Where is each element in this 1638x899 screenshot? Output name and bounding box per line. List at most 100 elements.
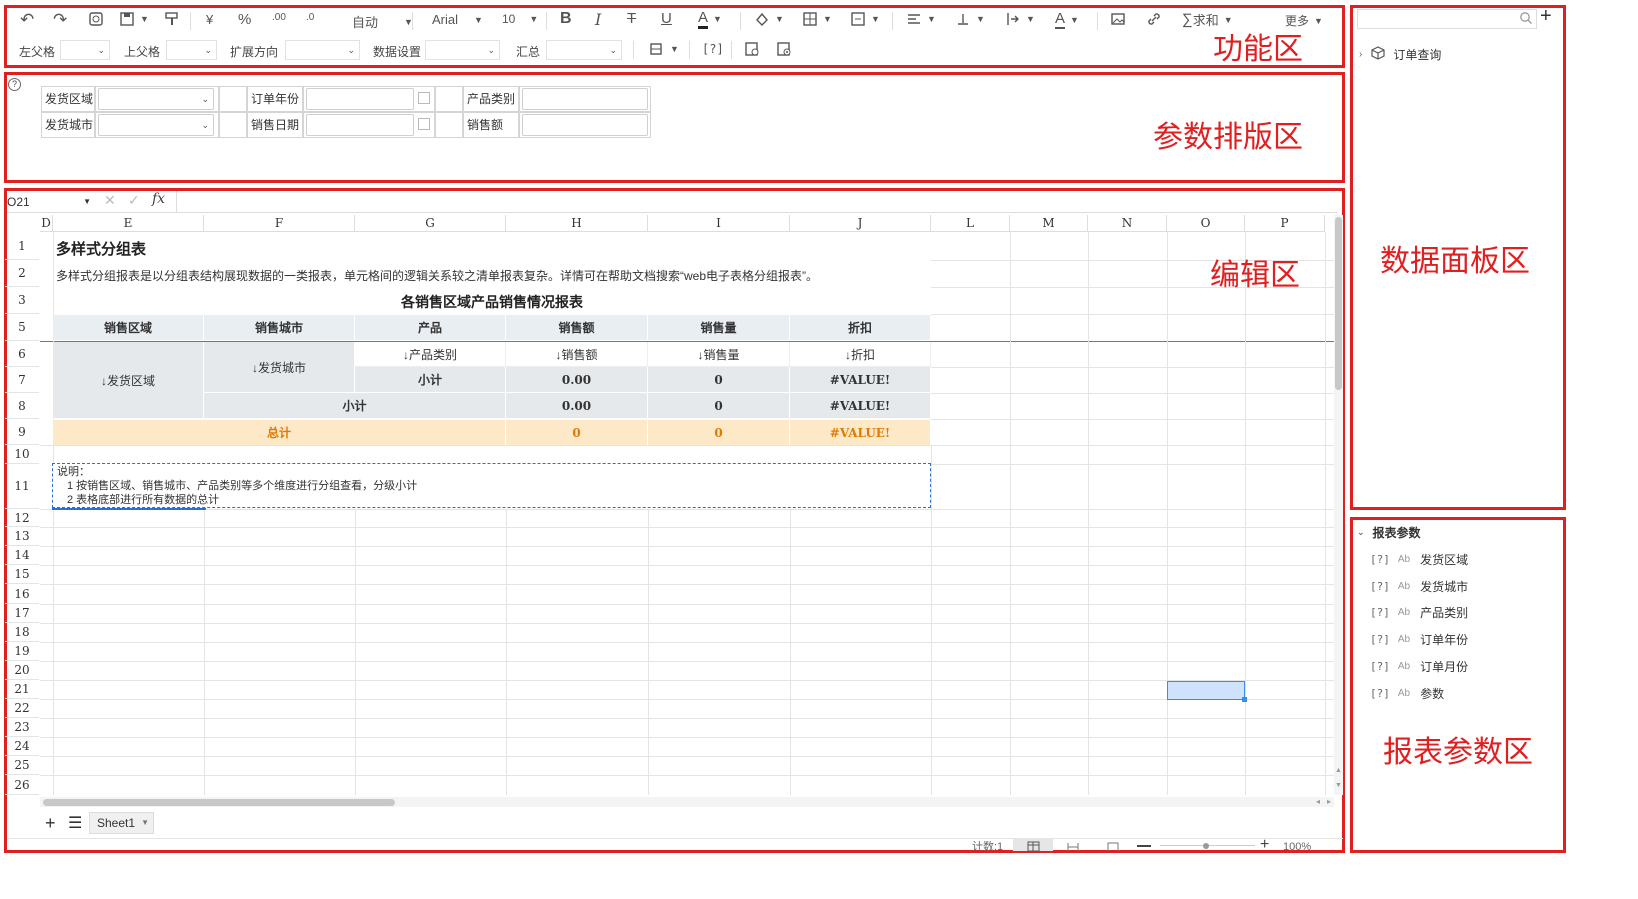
vertical-scroll-thumb[interactable] (1335, 217, 1342, 390)
report-params-header[interactable]: ⌄ 报表参数 (1357, 524, 1421, 541)
row-header[interactable]: 13 (5, 527, 39, 546)
param-list-item[interactable]: [?] Ab 发货区域 (1370, 551, 1468, 568)
redo-button[interactable]: ↷ (53, 10, 67, 30)
cell-total-discount[interactable]: #VALUE! (790, 420, 931, 445)
param-list-item[interactable]: [?] Ab 发货城市 (1370, 578, 1468, 595)
selected-cell[interactable] (1167, 681, 1245, 700)
cell-discount[interactable]: ↓折扣 (790, 342, 931, 367)
italic-icon[interactable]: I (595, 10, 601, 29)
text-rotate-icon[interactable]: A ▼ (1055, 10, 1079, 29)
help-icon[interactable]: ? (8, 78, 21, 91)
text-direction-icon[interactable]: ▼ (1005, 11, 1035, 27)
row-header[interactable]: 17 (5, 604, 39, 623)
column-header[interactable]: D (40, 215, 53, 232)
row-header[interactable]: 7 (5, 367, 39, 393)
row-header[interactable]: 26 (5, 775, 39, 795)
param-list-item[interactable]: [?] Ab 订单月份 (1370, 658, 1468, 675)
cell-reference-box[interactable]: O21 ▼ (7, 192, 95, 212)
header-sales-city[interactable]: 销售城市 (204, 315, 355, 341)
header-sales-qty[interactable]: 销售量 (648, 315, 790, 341)
column-header[interactable]: O (1167, 215, 1245, 232)
sale-date-input[interactable] (306, 114, 414, 136)
font-family-select[interactable]: Arial ▼ (432, 12, 483, 27)
row-header[interactable]: 25 (5, 756, 39, 775)
cancel-icon[interactable]: ✕ (104, 192, 116, 209)
row-header[interactable]: 16 (5, 584, 39, 604)
up-parent-select[interactable]: ⌄ (166, 40, 217, 60)
increase-decimal-icon[interactable]: .00 (272, 12, 286, 23)
cell-region-subtotal-amount[interactable]: 0.00 (506, 393, 648, 419)
zoom-out-icon[interactable] (1137, 845, 1151, 847)
report-title[interactable]: 各销售区域产品销售情况报表 (53, 292, 931, 312)
row-header[interactable]: 21 (5, 680, 39, 699)
row-header[interactable]: 24 (5, 737, 39, 756)
font-color-icon[interactable]: A ▼ (698, 9, 722, 29)
add-sheet-icon[interactable]: + (45, 813, 56, 834)
note-box[interactable]: 说明： 1 按销售区域、销售城市、产品类别等多个维度进行分组查看，分级小计 2 … (52, 463, 931, 508)
cell-subtotal-qty[interactable]: 0 (648, 367, 790, 393)
row-header[interactable]: 8 (5, 393, 39, 419)
row-header[interactable]: 18 (5, 623, 39, 642)
column-header[interactable]: I (648, 215, 790, 232)
column-header[interactable]: L (931, 215, 1010, 232)
cell-region-subtotal-discount[interactable]: #VALUE! (790, 393, 931, 419)
cell-region-subtotal-qty[interactable]: 0 (648, 393, 790, 419)
vertical-align-icon[interactable]: ▼ (955, 11, 985, 27)
percent-icon[interactable]: % (238, 11, 251, 28)
save-icon[interactable]: ▼ (119, 11, 149, 27)
order-year-input[interactable] (306, 88, 414, 110)
param-list-item[interactable]: [?] Ab 参数 (1370, 685, 1444, 702)
zoom-in-icon[interactable]: + (1260, 838, 1269, 851)
formula-input[interactable] (176, 191, 1336, 213)
horizontal-scroll-thumb[interactable] (43, 799, 395, 806)
row-header[interactable]: 11 (5, 464, 39, 509)
decrease-decimal-icon[interactable]: .0 (306, 12, 314, 23)
preview-icon[interactable] (88, 11, 104, 27)
fill-handle[interactable] (1242, 697, 1247, 702)
row-header[interactable]: 19 (5, 642, 39, 661)
page-layout-view-icon[interactable] (1106, 841, 1120, 851)
row-header[interactable]: 3 (5, 287, 39, 314)
cell-subtotal-label[interactable]: 小计 (355, 367, 506, 393)
format-painter-icon[interactable] (164, 11, 180, 27)
product-category-input[interactable] (522, 88, 648, 110)
expand-direction-select[interactable]: ⌄ (285, 40, 360, 60)
align-left-icon[interactable]: ▼ (906, 11, 936, 27)
cell-total-amount[interactable]: 0 (506, 420, 648, 445)
cell-subtotal-amount[interactable]: 0.00 (506, 367, 648, 393)
row-header[interactable]: 23 (5, 718, 39, 737)
zoom-slider-knob[interactable] (1203, 843, 1209, 849)
sheet-title[interactable]: 多样式分组表 (56, 238, 146, 259)
scroll-right-icon[interactable]: ▸ (1327, 797, 1331, 806)
left-parent-select[interactable]: ⌄ (60, 40, 110, 60)
row-header[interactable]: 22 (5, 699, 39, 718)
cell-sales-qty[interactable]: ↓销售量 (648, 342, 790, 367)
column-header[interactable]: J (790, 215, 931, 232)
function-icon[interactable]: fx (152, 191, 165, 207)
cell-region-subtotal-label[interactable]: 小计 (204, 393, 506, 419)
sheet-description[interactable]: 多样式分组报表是以分组表结构展现数据的一类报表，单元格间的逻辑关系较之清单报表复… (56, 267, 818, 284)
column-header[interactable]: P (1245, 215, 1325, 232)
row-header[interactable]: 12 (5, 509, 39, 527)
ship-city-select[interactable]: ⌄ (98, 114, 214, 136)
row-header[interactable]: 1 (5, 232, 39, 260)
datasource-item[interactable]: › 订单查询 (1359, 45, 1441, 64)
confirm-icon[interactable]: ✓ (128, 192, 140, 209)
row-header[interactable]: 9 (5, 419, 39, 445)
column-header[interactable]: H (506, 215, 648, 232)
sheet-list-icon[interactable]: ☰ (68, 813, 82, 833)
strikethrough-icon[interactable]: T (627, 10, 636, 27)
summary-select[interactable]: ⌄ (546, 40, 622, 60)
header-product[interactable]: 产品 (355, 315, 506, 341)
cell-subtotal-discount[interactable]: #VALUE! (790, 367, 931, 393)
calendar-icon[interactable] (418, 92, 430, 104)
column-header[interactable]: M (1010, 215, 1088, 232)
scroll-down-icon[interactable]: ▼ (1335, 782, 1342, 789)
param-list-item[interactable]: [?] Ab 产品类别 (1370, 604, 1468, 621)
scroll-left-icon[interactable]: ◂ (1316, 797, 1320, 806)
sales-amount-input[interactable] (522, 114, 648, 136)
row-header[interactable]: 5 (5, 314, 39, 341)
row-header[interactable]: 15 (5, 565, 39, 584)
link-icon[interactable] (1146, 11, 1162, 27)
data-setting-select[interactable]: ⌄ (425, 40, 500, 60)
